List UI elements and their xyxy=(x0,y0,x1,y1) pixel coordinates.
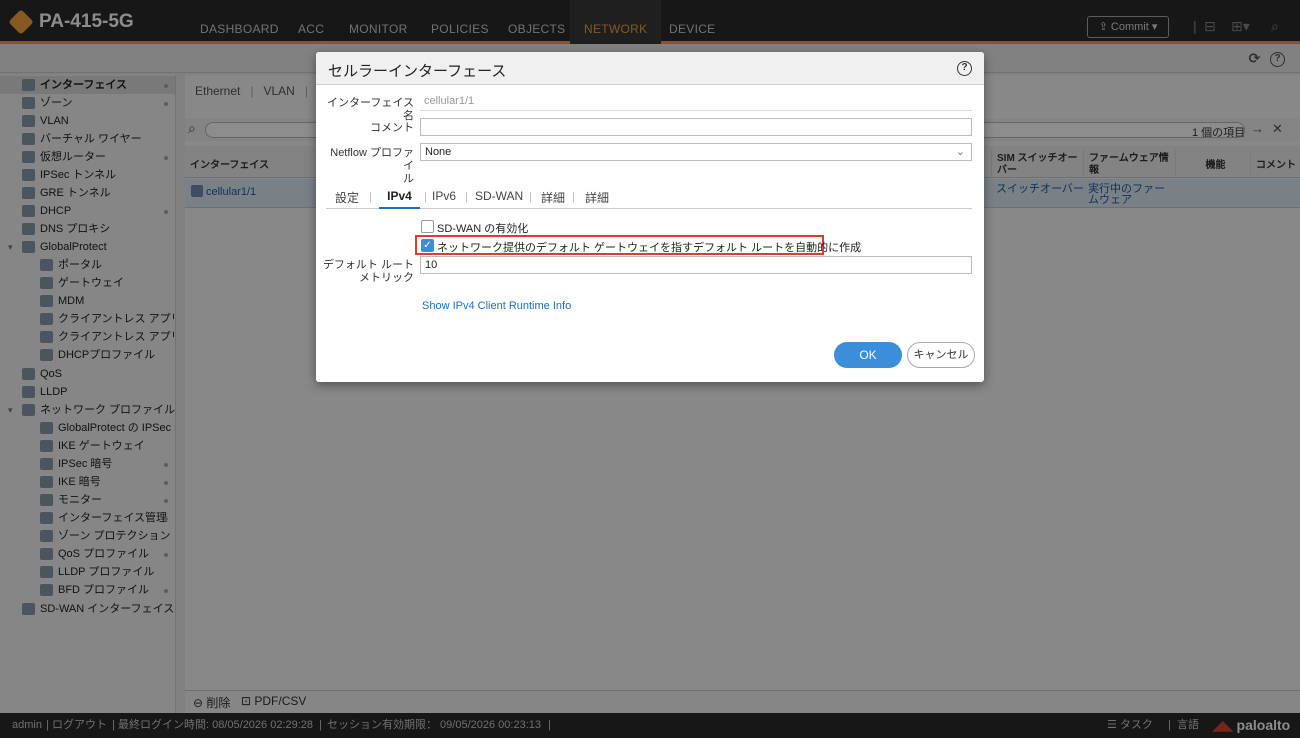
auto-default-route-checkbox[interactable]: ✓ xyxy=(421,239,434,252)
ipv4-runtime-info-link[interactable]: Show IPv4 Client Runtime Info xyxy=(422,300,571,312)
comment-label: コメント xyxy=(370,122,414,134)
cellular-interface-dialog: セルラーインターフェース ? インターフェイス名 cellular1/1 コメン… xyxy=(316,52,984,382)
comment-input[interactable] xyxy=(420,118,972,136)
tab-advanced-2[interactable]: 詳細 xyxy=(585,189,609,209)
auto-default-route-label: ネットワーク提供のデフォルト ゲートウェイを指すデフォルト ルートを自動的に作成 xyxy=(437,242,862,254)
ok-button[interactable]: OK xyxy=(834,342,902,368)
dialog-header: セルラーインターフェース ? xyxy=(316,52,984,85)
dialog-tabs: 設定 | IPv4 | IPv6 | SD-WAN | 詳細 | 詳細 xyxy=(326,189,972,209)
default-route-metric-label: デフォルト ルート メトリック xyxy=(322,259,414,284)
cancel-button[interactable]: キャンセル xyxy=(907,342,975,368)
netflow-profile-select[interactable]: None ⌄ xyxy=(420,143,972,161)
help-icon[interactable]: ? xyxy=(957,61,972,76)
default-route-metric-input[interactable]: 10 xyxy=(420,256,972,274)
sdwan-enable-label: SD-WAN の有効化 xyxy=(437,223,529,235)
tab-ipv4[interactable]: IPv4 xyxy=(379,189,420,209)
tab-sdwan[interactable]: SD-WAN xyxy=(475,189,523,209)
tab-config[interactable]: 設定 xyxy=(335,189,359,209)
netflow-profile-label: Netflow プロファイル xyxy=(330,147,414,185)
interface-name-field: cellular1/1 xyxy=(420,93,972,111)
dialog-title: セルラーインターフェース xyxy=(328,63,507,80)
tab-ipv6[interactable]: IPv6 xyxy=(432,189,456,209)
sdwan-enable-checkbox[interactable] xyxy=(421,220,434,233)
chevron-down-icon: ⌄ xyxy=(955,146,965,158)
interface-name-label: インターフェイス名 xyxy=(326,97,414,122)
tab-advanced-1[interactable]: 詳細 xyxy=(541,189,565,209)
